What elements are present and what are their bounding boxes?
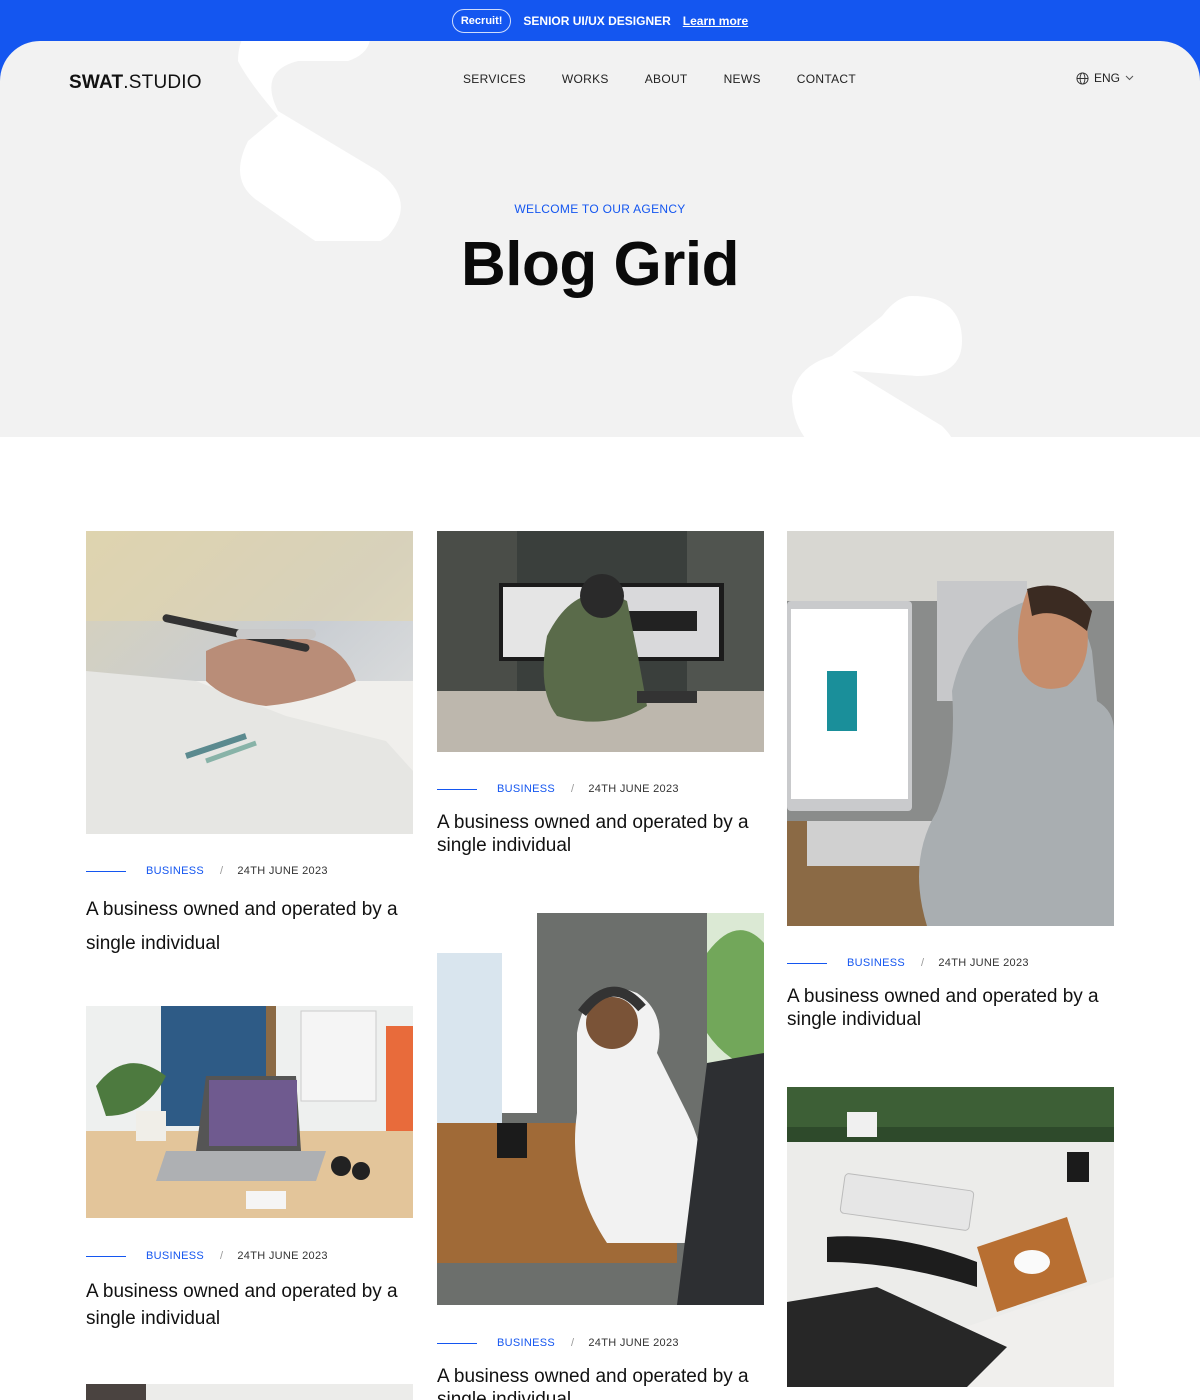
post-title[interactable]: A business owned and operated by a singl…	[86, 893, 416, 961]
meta-separator: /	[220, 1250, 224, 1262]
post-category[interactable]: BUSINESS	[847, 957, 905, 969]
post-image-dual-monitor[interactable]	[437, 531, 764, 752]
learn-more-link[interactable]: Learn more	[683, 14, 748, 28]
meta-separator: /	[921, 957, 925, 969]
post-image-laptop-desk[interactable]	[86, 1006, 413, 1218]
meta-line	[787, 962, 827, 964]
meta-separator: /	[220, 865, 224, 877]
meta-line	[437, 1342, 477, 1344]
brand-logo[interactable]: SWAT.STUDIO	[69, 72, 202, 94]
post-date: 24TH JUNE 2023	[237, 865, 328, 877]
post-meta: BUSINESS / 24TH JUNE 2023	[437, 783, 679, 795]
meta-line	[86, 870, 126, 872]
nav-works[interactable]: WORKS	[562, 72, 609, 86]
post-title[interactable]: A business owned and operated by a singl…	[787, 985, 1117, 1031]
meta-separator: /	[571, 783, 575, 795]
post-image-partial[interactable]	[86, 1384, 413, 1400]
post-title[interactable]: A business owned and operated by a singl…	[437, 1365, 767, 1400]
announcement-content: Recruit! SENIOR UI/UX DESIGNER Learn mor…	[0, 8, 1200, 34]
post-category[interactable]: BUSINESS	[146, 1250, 204, 1262]
post-meta: BUSINESS / 24TH JUNE 2023	[86, 1250, 328, 1262]
hero-eyebrow: WELCOME TO OUR AGENCY	[514, 202, 686, 216]
meta-line	[437, 788, 477, 790]
post-date: 24TH JUNE 2023	[588, 1337, 679, 1349]
hero-section: SWAT.STUDIO SERVICES WORKS ABOUT NEWS CO…	[0, 41, 1200, 437]
post-title[interactable]: A business owned and operated by a singl…	[86, 1278, 416, 1332]
post-meta: BUSINESS / 24TH JUNE 2023	[787, 957, 1029, 969]
language-selector[interactable]: ENG	[1076, 71, 1134, 85]
post-image-imac[interactable]	[787, 531, 1114, 926]
meta-separator: /	[571, 1337, 575, 1349]
main-nav: SERVICES WORKS ABOUT NEWS CONTACT	[463, 72, 856, 86]
nav-services[interactable]: SERVICES	[463, 72, 526, 86]
post-title[interactable]: A business owned and operated by a singl…	[437, 811, 767, 857]
language-label: ENG	[1094, 71, 1121, 85]
logo-bold: SWAT	[69, 72, 124, 93]
announcement-text: SENIOR UI/UX DESIGNER	[523, 14, 671, 28]
post-image-headphones[interactable]	[437, 913, 764, 1305]
post-image-keyboard-desk[interactable]	[787, 1087, 1114, 1387]
post-category[interactable]: BUSINESS	[497, 1337, 555, 1349]
page-title: Blog Grid	[461, 230, 739, 299]
recruit-badge[interactable]: Recruit!	[451, 9, 512, 33]
post-meta: BUSINESS / 24TH JUNE 2023	[437, 1337, 679, 1349]
chevron-down-icon	[1125, 75, 1134, 81]
logo-light: .STUDIO	[123, 72, 202, 93]
nav-news[interactable]: NEWS	[724, 72, 761, 86]
post-category[interactable]: BUSINESS	[146, 865, 204, 877]
nav-contact[interactable]: CONTACT	[797, 72, 856, 86]
post-date: 24TH JUNE 2023	[237, 1250, 328, 1262]
post-category[interactable]: BUSINESS	[497, 783, 555, 795]
post-image-hand-drawing[interactable]	[86, 531, 413, 834]
post-meta: BUSINESS / 24TH JUNE 2023	[86, 865, 328, 877]
post-date: 24TH JUNE 2023	[588, 783, 679, 795]
nav-about[interactable]: ABOUT	[645, 72, 688, 86]
meta-line	[86, 1255, 126, 1257]
decorative-shape-bottom	[792, 296, 962, 437]
blog-grid: BUSINESS / 24TH JUNE 2023 A business own…	[0, 437, 1200, 1400]
post-date: 24TH JUNE 2023	[938, 957, 1029, 969]
globe-icon	[1076, 71, 1089, 85]
